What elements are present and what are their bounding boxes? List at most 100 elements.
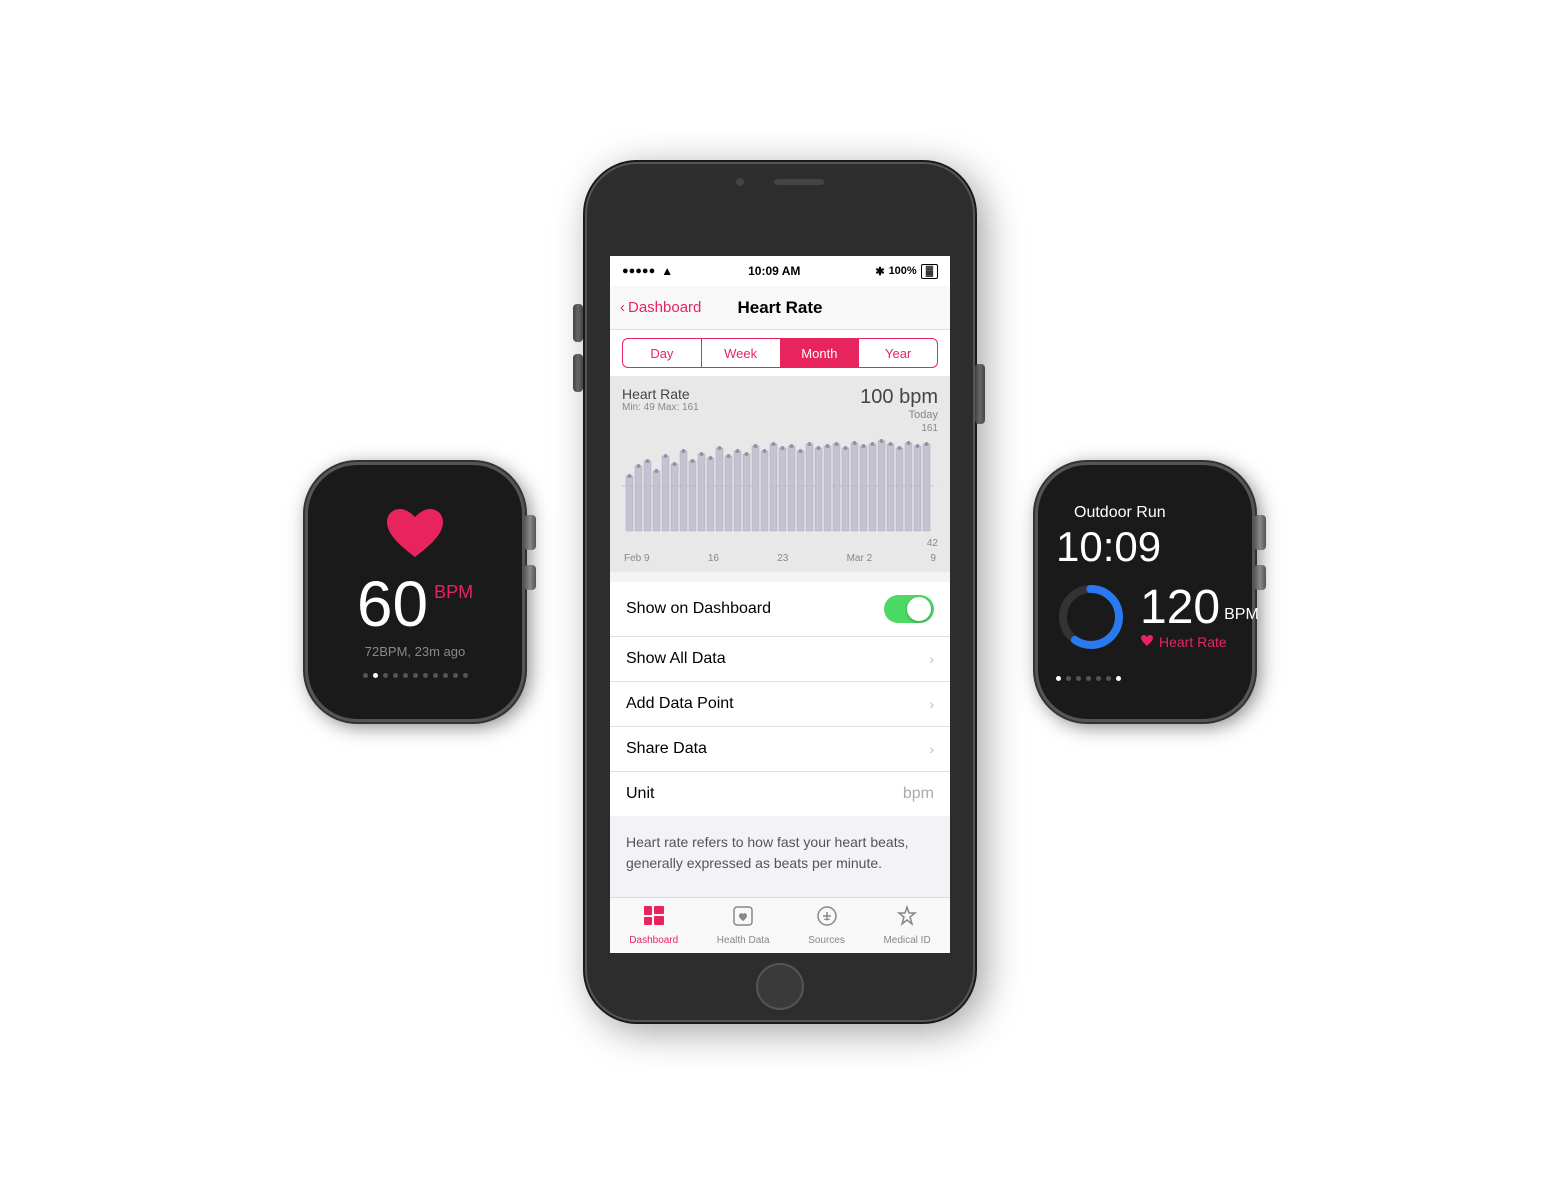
chart-title: Heart Rate bbox=[622, 386, 699, 402]
power-button bbox=[975, 364, 985, 424]
sources-icon bbox=[816, 905, 838, 933]
chart-max-label: 161 bbox=[622, 423, 938, 434]
heart-rate-label: Heart Rate bbox=[1159, 634, 1227, 650]
segment-control: Day Week Month Year bbox=[610, 330, 950, 376]
x-label-3: 23 bbox=[777, 553, 788, 564]
camera-icon bbox=[736, 178, 744, 186]
bpm-display: 60 BPM bbox=[357, 572, 473, 636]
segment-week[interactable]: Week bbox=[702, 338, 781, 368]
add-data-point-row[interactable]: Add Data Point › bbox=[610, 682, 950, 727]
wifi-icon: ▲ bbox=[661, 264, 673, 278]
tab-health-data[interactable]: Health Data bbox=[717, 905, 770, 946]
watch-left: 60 BPM 72BPM, 23m ago bbox=[305, 462, 525, 722]
status-right: ✱ 100% ▓ bbox=[875, 264, 938, 279]
chart-title-block: Heart Rate Min: 49 Max: 161 bbox=[622, 386, 699, 413]
home-button[interactable] bbox=[756, 963, 804, 1010]
unit-row: Unit bpm bbox=[610, 772, 950, 816]
segment-day[interactable]: Day bbox=[622, 338, 702, 368]
bpm-label: BPM bbox=[434, 572, 473, 603]
dot bbox=[1056, 676, 1061, 681]
dot bbox=[1116, 676, 1121, 681]
x-label-5: 9 bbox=[930, 553, 936, 564]
show-all-data-label: Show All Data bbox=[626, 650, 726, 668]
add-data-point-label: Add Data Point bbox=[626, 695, 734, 713]
dot bbox=[453, 673, 458, 678]
tab-sources[interactable]: Sources bbox=[808, 905, 845, 946]
description: Heart rate refers to how fast your heart… bbox=[610, 816, 950, 890]
dot bbox=[413, 673, 418, 678]
tab-health-data-label: Health Data bbox=[717, 935, 770, 946]
watch-bpm-number: 120 bbox=[1140, 584, 1220, 632]
bluetooth-icon: ✱ bbox=[875, 265, 884, 278]
dot bbox=[443, 673, 448, 678]
dot bbox=[1096, 676, 1101, 681]
show-all-data-row[interactable]: Show All Data › bbox=[610, 637, 950, 682]
show-on-dashboard-label: Show on Dashboard bbox=[626, 600, 771, 618]
watch-right-inner: Outdoor Run 10:09 120 BPM bbox=[1038, 488, 1252, 697]
x-label-1: Feb 9 bbox=[624, 553, 650, 564]
toggle-thumb bbox=[907, 597, 931, 621]
iphone-screen: ●●●●● ▲ 10:09 AM ✱ 100% ▓ ‹ Dashboard He… bbox=[610, 256, 950, 953]
watch-bpm-unit: BPM bbox=[1224, 606, 1259, 632]
back-button[interactable]: ‹ Dashboard bbox=[620, 299, 701, 316]
watch-time: 10:09 bbox=[1056, 526, 1161, 568]
battery-icon: ▓ bbox=[921, 264, 938, 279]
segment-month[interactable]: Month bbox=[781, 338, 860, 368]
segment-year[interactable]: Year bbox=[859, 338, 938, 368]
list-section: Show on Dashboard Show All Data › Add Da… bbox=[610, 582, 950, 816]
dot bbox=[463, 673, 468, 678]
watch-bpm-row: 120 BPM bbox=[1140, 584, 1259, 632]
chart-value-block: 100 bpm Today bbox=[860, 386, 938, 421]
dot bbox=[393, 673, 398, 678]
x-label-4: Mar 2 bbox=[847, 553, 873, 564]
bpm-number: 60 bbox=[357, 572, 428, 636]
chart-area: Heart Rate Min: 49 Max: 161 100 bpm Toda… bbox=[610, 376, 950, 572]
tab-sources-label: Sources bbox=[808, 935, 845, 946]
speaker bbox=[774, 179, 824, 185]
watch-activity-title: Outdoor Run bbox=[1056, 504, 1166, 522]
scene: 60 BPM 72BPM, 23m ago bbox=[305, 162, 1255, 1022]
x-label-2: 16 bbox=[708, 553, 719, 564]
dot bbox=[433, 673, 438, 678]
signal-indicator: ●●●●● ▲ bbox=[622, 264, 673, 278]
tab-dashboard-label: Dashboard bbox=[629, 935, 678, 946]
tab-bar: Dashboard Health Data bbox=[610, 897, 950, 953]
dot bbox=[1086, 676, 1091, 681]
chart-subtitle: Min: 49 Max: 161 bbox=[622, 402, 699, 413]
dot bbox=[403, 673, 408, 678]
bpm-sub: 72BPM, 23m ago bbox=[365, 644, 465, 659]
chart-canvas bbox=[622, 436, 938, 536]
chart-today: Today bbox=[860, 409, 938, 421]
dot bbox=[423, 673, 428, 678]
nav-bar: ‹ Dashboard Heart Rate bbox=[610, 286, 950, 330]
dot bbox=[363, 673, 368, 678]
show-on-dashboard-toggle[interactable] bbox=[884, 595, 934, 623]
dot bbox=[1066, 676, 1071, 681]
show-on-dashboard-row[interactable]: Show on Dashboard bbox=[610, 582, 950, 637]
dot bbox=[373, 673, 378, 678]
watch-right: Outdoor Run 10:09 120 BPM bbox=[1035, 462, 1255, 722]
battery-percentage: 100% bbox=[889, 265, 917, 277]
back-label: Dashboard bbox=[628, 299, 701, 316]
chevron-right-icon: › bbox=[929, 741, 934, 757]
chart-bpm: 100 bpm bbox=[860, 386, 938, 409]
status-time: 10:09 AM bbox=[748, 264, 800, 278]
tab-medical-id-label: Medical ID bbox=[883, 935, 930, 946]
dot bbox=[383, 673, 388, 678]
chart-header: Heart Rate Min: 49 Max: 161 100 bpm Toda… bbox=[622, 386, 938, 421]
health-data-icon bbox=[732, 905, 754, 933]
heart-small-icon bbox=[1140, 634, 1154, 647]
unit-label: Unit bbox=[626, 785, 654, 803]
unit-value: bpm bbox=[903, 785, 934, 803]
dot bbox=[1076, 676, 1081, 681]
share-data-row[interactable]: Share Data › bbox=[610, 727, 950, 772]
status-bar: ●●●●● ▲ 10:09 AM ✱ 100% ▓ bbox=[610, 256, 950, 286]
chart-min-label: 42 bbox=[622, 538, 938, 549]
iphone-top bbox=[587, 164, 973, 186]
tab-medical-id[interactable]: Medical ID bbox=[883, 905, 930, 946]
iphone: ●●●●● ▲ 10:09 AM ✱ 100% ▓ ‹ Dashboard He… bbox=[585, 162, 975, 1022]
chart-x-labels: Feb 9 16 23 Mar 2 9 bbox=[622, 553, 938, 564]
chevron-left-icon: ‹ bbox=[620, 299, 625, 316]
medical-id-icon bbox=[896, 905, 918, 933]
tab-dashboard[interactable]: Dashboard bbox=[629, 905, 678, 946]
